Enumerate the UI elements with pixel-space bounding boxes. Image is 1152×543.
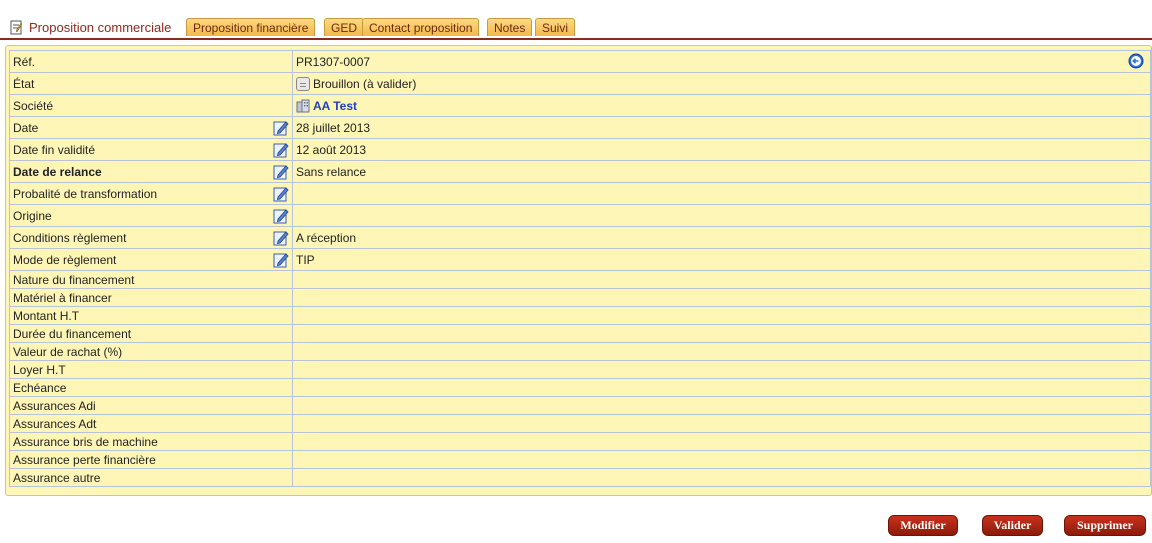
table-row: Origine bbox=[9, 204, 1151, 227]
company-icon bbox=[296, 99, 310, 112]
row-value bbox=[292, 306, 1151, 325]
payment-terms-value: A réception bbox=[292, 226, 1151, 249]
row-label: Assurances Adi bbox=[9, 396, 293, 415]
tab-ged[interactable]: GED bbox=[324, 18, 365, 36]
payment-mode-value: TIP bbox=[292, 248, 1151, 271]
row-label: Conditions règlement bbox=[13, 230, 127, 245]
table-row: Société AA Test bbox=[9, 94, 1151, 117]
validity-date-value: 12 août 2013 bbox=[292, 138, 1151, 161]
row-value bbox=[292, 342, 1151, 361]
row-label: Loyer H.T bbox=[9, 360, 293, 379]
edit-pencil-icon[interactable] bbox=[273, 120, 289, 136]
table-row: Date fin validité 12 août 2013 bbox=[9, 138, 1151, 161]
edit-pencil-icon[interactable] bbox=[273, 186, 289, 202]
table-row: Assurance autre bbox=[9, 468, 1151, 487]
table-row: Assurance perte financière bbox=[9, 450, 1151, 469]
draft-status-icon bbox=[296, 76, 310, 91]
edit-pencil-icon[interactable] bbox=[273, 164, 289, 180]
row-label: Date fin validité bbox=[13, 142, 96, 157]
row-label: Société bbox=[9, 94, 293, 117]
reminder-date-value: Sans relance bbox=[292, 160, 1151, 183]
tab-proposition-financiere[interactable]: Proposition financière bbox=[186, 18, 316, 36]
table-row: Date 28 juillet 2013 bbox=[9, 116, 1151, 139]
table-row: Assurance bris de machine bbox=[9, 432, 1151, 451]
proposal-properties-table: Réf. PR1307-0007 État Brouillon (à valid… bbox=[9, 50, 1151, 487]
row-value bbox=[292, 414, 1151, 433]
probability-value bbox=[292, 182, 1151, 205]
row-value bbox=[292, 396, 1151, 415]
row-value bbox=[292, 324, 1151, 343]
row-label: Probalité de transformation bbox=[13, 186, 158, 201]
table-row: Valeur de rachat (%) bbox=[9, 342, 1151, 361]
edit-pencil-icon[interactable] bbox=[273, 230, 289, 246]
tab-bar: Proposition commerciale Proposition fina… bbox=[0, 14, 1152, 40]
proposal-panel: Réf. PR1307-0007 État Brouillon (à valid… bbox=[5, 45, 1152, 496]
tab-suivi[interactable]: Suivi bbox=[535, 18, 576, 36]
table-row: Durée du financement bbox=[9, 324, 1151, 343]
row-label: Nature du financement bbox=[9, 270, 293, 289]
row-label: Assurance bris de machine bbox=[9, 432, 293, 451]
delete-button[interactable]: Supprimer bbox=[1064, 515, 1146, 536]
table-row: Assurances Adi bbox=[9, 396, 1151, 415]
table-row: Montant H.T bbox=[9, 306, 1151, 325]
table-row: Matériel à financer bbox=[9, 288, 1151, 307]
table-row: Assurances Adt bbox=[9, 414, 1151, 433]
row-label: Date de relance bbox=[13, 164, 102, 179]
row-label: Echéance bbox=[9, 378, 293, 397]
row-label: Réf. bbox=[9, 50, 293, 73]
ref-value: PR1307-0007 bbox=[296, 54, 371, 69]
table-row: Réf. PR1307-0007 bbox=[9, 50, 1151, 73]
row-label: Date bbox=[13, 120, 39, 135]
table-row: Mode de règlement TIP bbox=[9, 248, 1151, 271]
tab-label: Proposition commerciale bbox=[29, 19, 172, 35]
row-label: Durée du financement bbox=[9, 324, 293, 343]
row-value bbox=[292, 270, 1151, 289]
row-label: Montant H.T bbox=[9, 306, 293, 325]
table-row: Loyer H.T bbox=[9, 360, 1151, 379]
row-value bbox=[292, 468, 1151, 487]
row-value bbox=[292, 288, 1151, 307]
row-value bbox=[292, 378, 1151, 397]
row-value bbox=[292, 432, 1151, 451]
row-label: Valeur de rachat (%) bbox=[9, 342, 293, 361]
tab-contact-proposition[interactable]: Contact proposition bbox=[362, 18, 480, 36]
date-value: 28 juillet 2013 bbox=[292, 116, 1151, 139]
row-label: Assurances Adt bbox=[9, 414, 293, 433]
status-value: Brouillon (à valider) bbox=[313, 76, 417, 91]
edit-pencil-icon[interactable] bbox=[273, 208, 289, 224]
row-value bbox=[292, 360, 1151, 379]
tab-notes[interactable]: Notes bbox=[487, 18, 533, 36]
row-label: Origine bbox=[13, 208, 52, 223]
validate-button[interactable]: Valider bbox=[982, 515, 1043, 536]
table-row: Conditions règlement A réception bbox=[9, 226, 1151, 249]
origin-value bbox=[292, 204, 1151, 227]
row-label: Mode de règlement bbox=[13, 252, 117, 267]
row-value bbox=[292, 450, 1151, 469]
row-label: État bbox=[9, 72, 293, 95]
back-arrow-icon[interactable] bbox=[1128, 53, 1144, 69]
table-row: Nature du financement bbox=[9, 270, 1151, 289]
row-label: Matériel à financer bbox=[9, 288, 293, 307]
row-label: Assurance perte financière bbox=[9, 450, 293, 469]
table-row: État Brouillon (à valider) bbox=[9, 72, 1151, 95]
company-link[interactable]: AA Test bbox=[313, 99, 357, 113]
row-label: Assurance autre bbox=[9, 468, 293, 487]
edit-pencil-icon[interactable] bbox=[273, 252, 289, 268]
modify-button[interactable]: Modifier bbox=[888, 515, 958, 536]
edit-pencil-icon[interactable] bbox=[273, 142, 289, 158]
table-row: Echéance bbox=[9, 378, 1151, 397]
table-row: Date de relance Sans relance bbox=[9, 160, 1151, 183]
tab-proposition-commerciale[interactable]: Proposition commerciale bbox=[10, 16, 171, 38]
document-icon bbox=[10, 20, 23, 34]
table-row: Probalité de transformation bbox=[9, 182, 1151, 205]
